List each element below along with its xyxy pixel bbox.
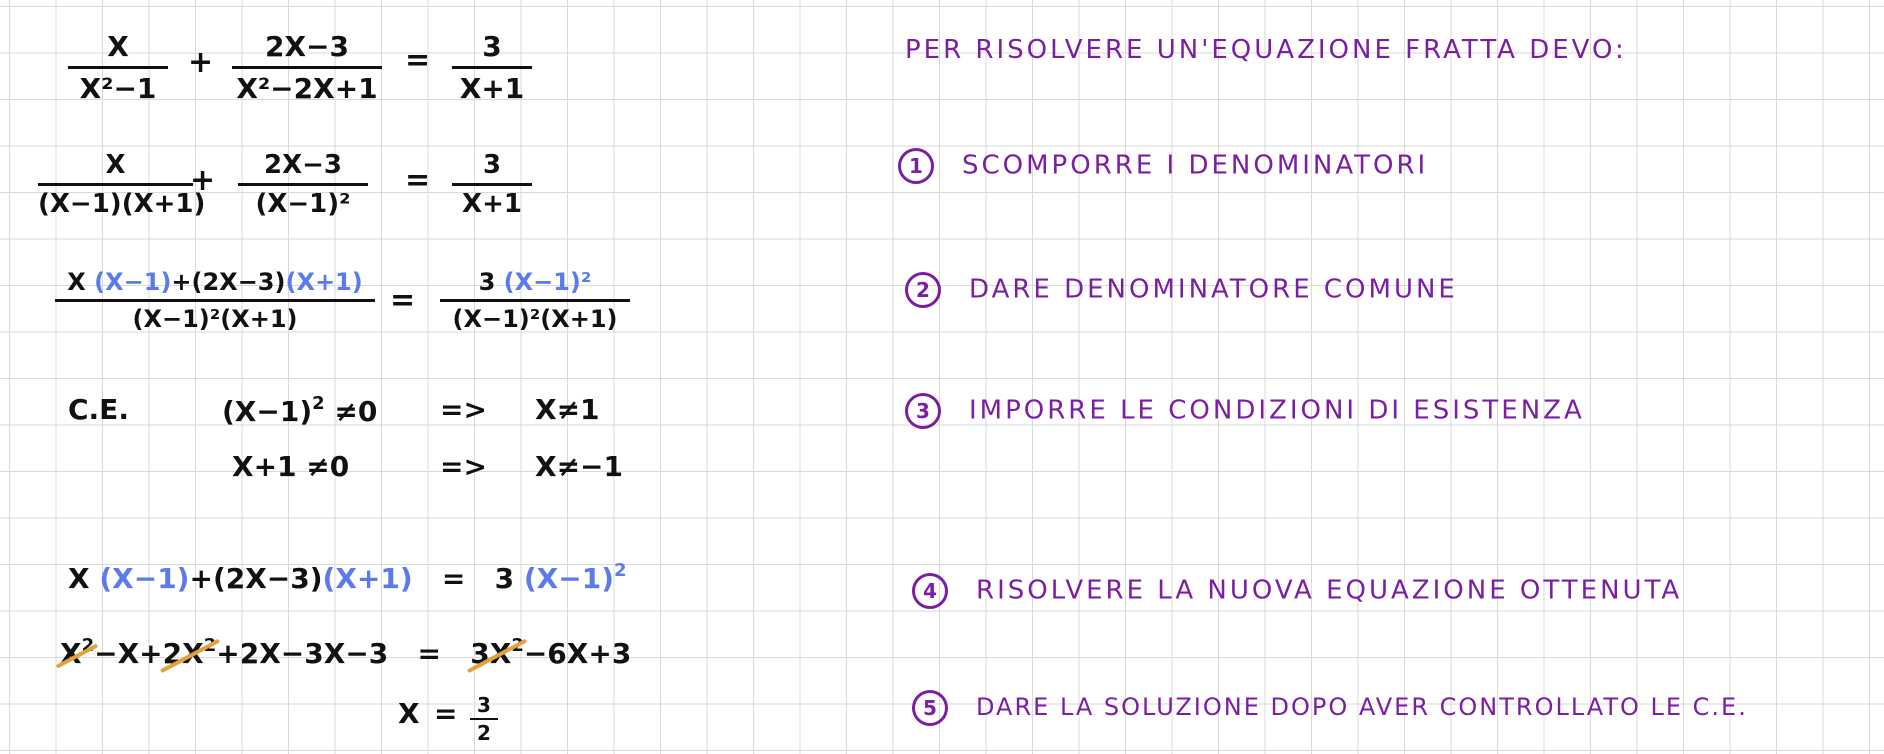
equals-sign: = [441, 562, 466, 595]
numerator: 2X−3 [264, 30, 349, 63]
step-text: RISOLVERE LA NUOVA EQUAZIONE OTTENUTA [976, 575, 1683, 606]
numerator: 3 (X−1)² [440, 268, 630, 296]
fraction-bar [232, 66, 382, 69]
fraction-bar [68, 66, 168, 69]
numerator: X [105, 150, 126, 180]
conditions-label: C.E. [68, 393, 129, 426]
step-1: 1 SCOMPORRE I DENOMINATORI [898, 148, 1428, 184]
equals-sign: = [405, 43, 431, 78]
step-number-badge: 2 [905, 272, 941, 308]
equals-sign: = [390, 283, 416, 318]
notes-heading: PER RISOLVERE UN'EQUAZIONE FRATTA DEVO: [905, 35, 1627, 65]
cancelled-term: 2X2 [162, 635, 217, 670]
solution-variable: X [398, 697, 420, 730]
fraction-bar [452, 183, 532, 186]
term: −X+ [94, 637, 163, 670]
denominator: X²−1 [79, 72, 157, 105]
equals-sign: = [405, 163, 431, 198]
denominator: (X−1)²(X+1) [452, 305, 618, 333]
exponent: 2 [312, 393, 325, 414]
numerator: 3 [477, 693, 491, 717]
term: X [68, 562, 90, 595]
step-number-badge: 5 [912, 690, 948, 726]
term: −6X+3 [523, 637, 632, 670]
denominator: (X−1)(X+1) [38, 189, 206, 219]
step-5: 5 DARE LA SOLUZIONE DOPO AVER CONTROLLATO… [912, 690, 1748, 726]
term: +2X−3X−3 [216, 637, 389, 670]
denominator: X²−2X+1 [236, 72, 378, 105]
factor: (2X−3) [191, 268, 286, 296]
fraction-bar [440, 299, 630, 302]
fraction: 3 X+1 [452, 30, 532, 105]
exponent: 2 [614, 560, 627, 581]
fraction-bar [470, 718, 498, 720]
step-text: DARE DENOMINATORE COMUNE [969, 274, 1458, 305]
condition-lhs: X+1 [232, 450, 297, 483]
implies-arrow: => [440, 393, 487, 426]
fraction: 3 2 [470, 693, 498, 745]
denominator: (X−1)² [255, 189, 351, 219]
factor: (X−1)² [503, 268, 592, 296]
factor: (X+1) [285, 268, 363, 296]
condition-lhs: (X−1) [222, 395, 313, 428]
factor: (X−1) [99, 562, 190, 595]
numerator: 2X−3 [263, 150, 342, 180]
condition-neq: ≠0 [306, 450, 350, 483]
step-number-badge: 1 [898, 148, 934, 184]
denominator: (X−1)²(X+1) [132, 305, 298, 333]
fraction-bar [38, 183, 193, 186]
condition-2: X+1 ≠0 [232, 450, 349, 483]
denominator: X+1 [459, 72, 525, 105]
step-text: SCOMPORRE I DENOMINATORI [962, 150, 1429, 181]
factor: (2X−3) [212, 562, 323, 595]
fraction-bar [55, 299, 375, 302]
condition-neq: ≠0 [334, 395, 378, 428]
implies-arrow: => [440, 450, 487, 483]
fraction: X (X−1)(X+1) [38, 150, 206, 219]
fraction: 2X−3 X²−2X+1 [232, 30, 382, 105]
plus-sign: + [190, 163, 216, 198]
step-number-badge: 4 [912, 573, 948, 609]
equation-4: X (X−1)+(2X−3)(X+1) = 3 (X−1)2 [68, 560, 627, 595]
condition-result: X≠−1 [535, 450, 623, 483]
condition-result: X≠1 [535, 393, 600, 426]
plus-sign: + [189, 562, 213, 595]
factor: (X−1) [94, 268, 172, 296]
numerator: 3 [482, 150, 502, 180]
numerator: X (X−1)+(2X−3)(X+1) [55, 268, 375, 296]
plus-sign: + [188, 45, 214, 80]
cancelled-term: X2 [60, 635, 95, 670]
fraction-bar [238, 183, 368, 186]
step-number-badge: 3 [905, 393, 941, 429]
plus-sign: + [171, 268, 192, 296]
step-text: DARE LA SOLUZIONE DOPO AVER CONTROLLATO … [976, 693, 1748, 721]
term: 3 [478, 268, 496, 296]
numerator: 3 [482, 30, 502, 63]
denominator: X+1 [462, 189, 522, 219]
condition-1: (X−1)2 ≠0 [222, 393, 377, 428]
term: X [67, 268, 86, 296]
fraction: 3 (X−1)² (X−1)²(X+1) [440, 268, 630, 333]
term: 3 [494, 562, 515, 595]
step-text: IMPORRE LE CONDIZIONI DI ESISTENZA [969, 395, 1585, 426]
fraction: X X²−1 [68, 30, 168, 105]
fraction-bar [452, 66, 532, 69]
step-4: 4 RISOLVERE LA NUOVA EQUAZIONE OTTENUTA [912, 573, 1682, 609]
denominator: 2 [477, 721, 491, 745]
equals-sign: = [434, 697, 458, 730]
step-2: 2 DARE DENOMINATORE COMUNE [905, 272, 1458, 308]
equals-sign: = [417, 637, 441, 670]
fraction: 2X−3 (X−1)² [238, 150, 368, 219]
equation-5: X2−X+2X2+2X−3X−3 = 3X2−6X+3 [60, 635, 631, 670]
factor: (X+1) [322, 562, 413, 595]
cancelled-term: 3X2 [470, 635, 524, 670]
fraction: X (X−1)+(2X−3)(X+1) (X−1)²(X+1) [55, 268, 375, 333]
step-3: 3 IMPORRE LE CONDIZIONI DI ESISTENZA [905, 393, 1585, 429]
numerator: X [107, 30, 129, 63]
factor: (X−1) [523, 562, 614, 595]
fraction: 3 X+1 [452, 150, 532, 219]
